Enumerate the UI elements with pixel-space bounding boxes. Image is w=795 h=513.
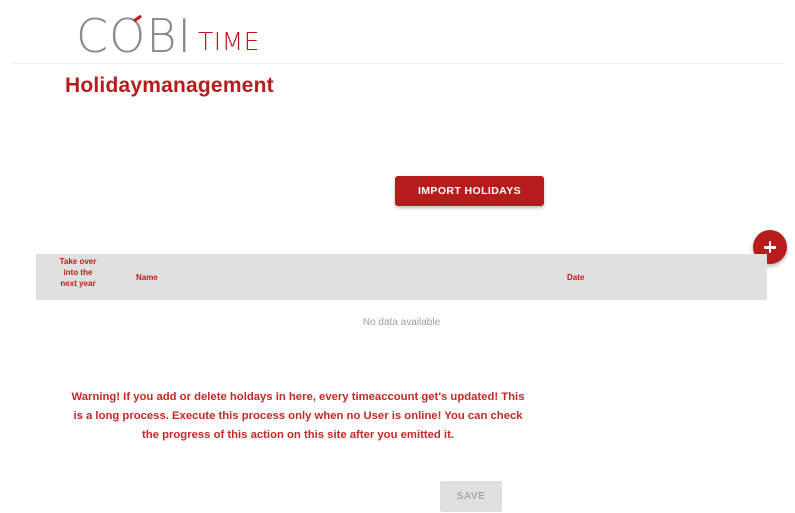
page-title: Holidaymanagement [65, 74, 274, 97]
logo-accent-mark [133, 14, 143, 23]
warning-line: the progress of this action on this site… [142, 429, 454, 441]
column-header-name[interactable]: Name [136, 272, 158, 283]
column-header-date[interactable]: Date [567, 272, 584, 283]
warning-line: is a long process. Execute this process … [73, 410, 523, 422]
holidays-table-header: Take over into the next year Name Date [36, 254, 767, 300]
column-header-take-over[interactable]: Take over into the next year [48, 256, 108, 289]
logo-o: O [109, 9, 147, 63]
import-holidays-button[interactable]: IMPORT HOLIDAYS [395, 176, 544, 206]
warning-message: Warning! If you add or delete holdays in… [18, 388, 578, 445]
header-divider [10, 63, 785, 64]
save-button[interactable]: SAVE [440, 481, 502, 512]
table-empty-message: No data available [362, 317, 441, 328]
logo-wordmark: CO BI [76, 9, 193, 63]
logo-subtitle: TIME [198, 27, 261, 56]
app-logo: CO BI TIME [76, 6, 260, 62]
warning-line: Warning! If you add or delete holdays in… [71, 391, 525, 403]
